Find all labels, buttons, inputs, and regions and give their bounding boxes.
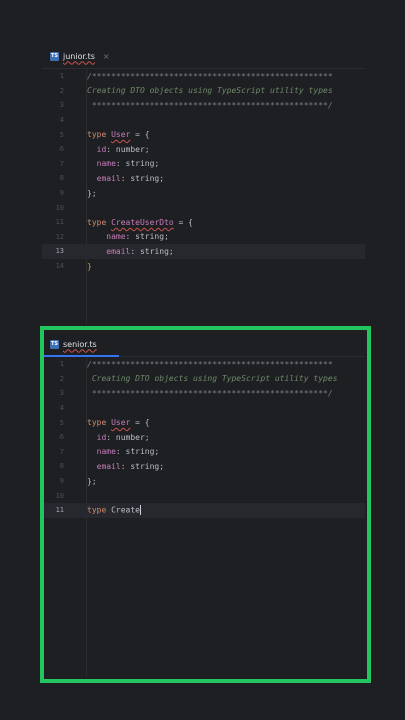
code-token: : string; xyxy=(125,232,169,242)
typescript-file-icon: TS xyxy=(50,51,59,61)
code-area[interactable]: 1 /**************************************… xyxy=(42,69,365,324)
code-text: ****************************************… xyxy=(87,101,333,110)
line-number: 9 xyxy=(59,189,64,198)
code-token: email xyxy=(87,246,131,256)
code-line[interactable]: 6 id: number; xyxy=(42,142,365,157)
line-number: 14 xyxy=(55,262,64,271)
code-token: : string; xyxy=(120,173,165,183)
code-token: } xyxy=(87,261,92,271)
code-token: CreateUserDto xyxy=(111,217,174,227)
code-token: id xyxy=(87,144,107,154)
code-line[interactable]: 9}; xyxy=(42,186,365,201)
code-line[interactable]: 12 name: string; xyxy=(42,230,365,245)
line-number: 11 xyxy=(55,218,64,227)
code-line[interactable]: 1 /**************************************… xyxy=(42,69,365,84)
highlight-frame xyxy=(40,326,371,683)
line-number: 1 xyxy=(59,72,64,81)
tab-label: junior.ts xyxy=(63,51,95,61)
code-line[interactable]: 2 Creating DTO objects using TypeScript u… xyxy=(42,84,365,99)
code-line[interactable]: 4 xyxy=(42,113,365,128)
code-line[interactable]: 13 email: string; xyxy=(42,244,365,259)
code-token: = { xyxy=(130,130,150,140)
tab-junior[interactable]: TS junior.ts × xyxy=(50,48,110,64)
code-line[interactable]: 5 type User = { xyxy=(42,127,365,142)
code-token: /***************************************… xyxy=(87,71,333,81)
code-token: name xyxy=(87,232,126,242)
line-number: 6 xyxy=(59,145,64,154)
line-number: 4 xyxy=(59,116,64,125)
code-token: User xyxy=(111,130,131,140)
code-text: /***************************************… xyxy=(87,72,333,81)
code-token: type xyxy=(87,217,112,227)
code-line[interactable]: 11 type CreateUserDto = { xyxy=(42,215,365,230)
code-token: email xyxy=(87,173,121,183)
code-text: } xyxy=(87,262,92,271)
code-token: }; xyxy=(87,188,97,198)
code-text: }; xyxy=(87,189,97,198)
junior-tabbar: TS junior.ts × xyxy=(42,42,365,69)
code-text: name: string; xyxy=(87,159,160,169)
line-number: 2 xyxy=(59,86,64,95)
line-number: 3 xyxy=(59,101,64,110)
code-line[interactable]: 3 **************************************… xyxy=(42,98,365,113)
code-text: type User = { xyxy=(87,130,150,139)
code-token: : string; xyxy=(130,246,174,256)
code-token: name xyxy=(87,159,116,169)
code-token: ****************************************… xyxy=(87,100,333,110)
junior-editor: TS junior.ts × 1 /***********************… xyxy=(42,42,365,324)
code-line[interactable]: 8 email: string; xyxy=(42,171,365,186)
code-token: : string; xyxy=(115,159,160,169)
code-token: Creating DTO objects using TypeScript ut… xyxy=(87,86,333,96)
line-number: 8 xyxy=(59,174,64,183)
code-line[interactable]: 10 xyxy=(42,200,365,215)
line-number: 7 xyxy=(59,159,64,168)
code-text: Creating DTO objects using TypeScript ut… xyxy=(87,86,333,95)
code-text: email: string; xyxy=(87,246,174,256)
code-line[interactable]: 7 name: string; xyxy=(42,157,365,172)
code-token: : number; xyxy=(106,144,150,154)
code-token: type xyxy=(87,130,112,140)
code-text: email: string; xyxy=(87,174,164,183)
line-number: 10 xyxy=(55,203,64,212)
line-number: 13 xyxy=(55,247,64,256)
code-text: type CreateUserDto = { xyxy=(87,218,193,227)
code-text: name: string; xyxy=(87,232,169,241)
line-number: 5 xyxy=(59,130,64,139)
code-token: = { xyxy=(173,217,193,227)
line-number: 12 xyxy=(55,232,64,241)
code-line[interactable]: 14} xyxy=(42,259,365,274)
close-icon[interactable]: × xyxy=(103,52,110,61)
code-text: id: number; xyxy=(87,145,150,154)
